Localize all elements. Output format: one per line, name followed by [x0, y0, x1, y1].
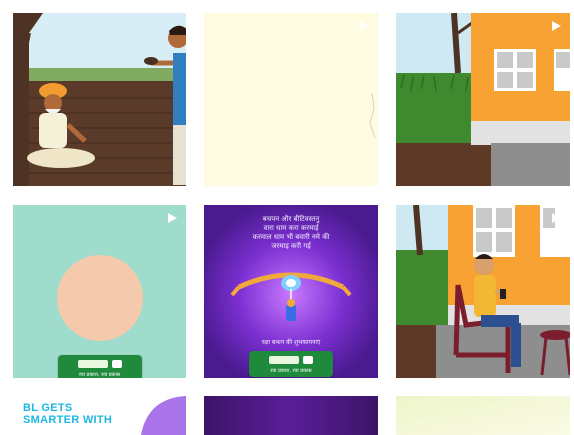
farmer-field-scene: [13, 13, 186, 186]
gallery-tile-7[interactable]: BL GETS SMARTER WITH: [13, 396, 186, 435]
play-icon: [552, 213, 561, 223]
play-icon: [360, 21, 369, 31]
promo-line: SMARTER WITH: [23, 414, 113, 426]
promo-headline: BL GETS SMARTER WITH: [23, 402, 112, 426]
gallery-tile-8[interactable]: [204, 396, 378, 435]
blank-cream-scene: [204, 13, 378, 186]
poster-footer: रक्षा बन्धन की शुभकामनाएं: [261, 339, 321, 346]
gallery-tile-3[interactable]: [396, 13, 570, 186]
gallery-tile-9[interactable]: [396, 396, 570, 435]
brand-logo: [269, 356, 299, 364]
poem-line: करमाल धाम भी बवारी नमे की: [252, 233, 330, 241]
brand-mark-icon: [111, 360, 122, 368]
play-icon: [552, 21, 561, 31]
brand-mark-icon: [303, 356, 313, 364]
gallery-tile-4[interactable]: रवा प्रकाश, रवा प्रकास: [13, 205, 186, 378]
man-on-chair-scene: [396, 205, 570, 378]
peach-circle-scene: [13, 205, 186, 378]
cream-strip-scene: [396, 396, 570, 435]
poem-text: बचपन और बीटिवस्तनु वारा धाम करा करमाई कर…: [204, 215, 378, 251]
poem-line: बचपन और बीटिवस्तनु: [262, 215, 320, 223]
orange-house-scene: [396, 13, 570, 186]
play-icon: [168, 213, 177, 223]
brand-badge: रवा प्रकाश, रवा प्रकास: [249, 351, 333, 377]
gallery-tile-2[interactable]: [204, 13, 378, 186]
gallery-tile-6[interactable]: [396, 205, 570, 378]
promo-line: BL GETS: [23, 402, 73, 414]
poem-line: वारा धाम करा करमाई: [263, 224, 319, 232]
brand-logo: [77, 360, 108, 368]
poem-line: जरमाइ करी गई: [271, 242, 311, 250]
badge-caption: रवा प्रकाश, रवा प्रकास: [270, 368, 312, 374]
brand-badge: रवा प्रकाश, रवा प्रकास: [57, 355, 142, 378]
gallery-tile-1[interactable]: [13, 13, 186, 186]
purple-strip-scene: [204, 396, 378, 435]
gallery-tile-5[interactable]: बचपन और बीटिवस्तनु वारा धाम करा करमाई कर…: [204, 205, 378, 378]
badge-caption: रवा प्रकाश, रवा प्रकास: [78, 372, 121, 378]
